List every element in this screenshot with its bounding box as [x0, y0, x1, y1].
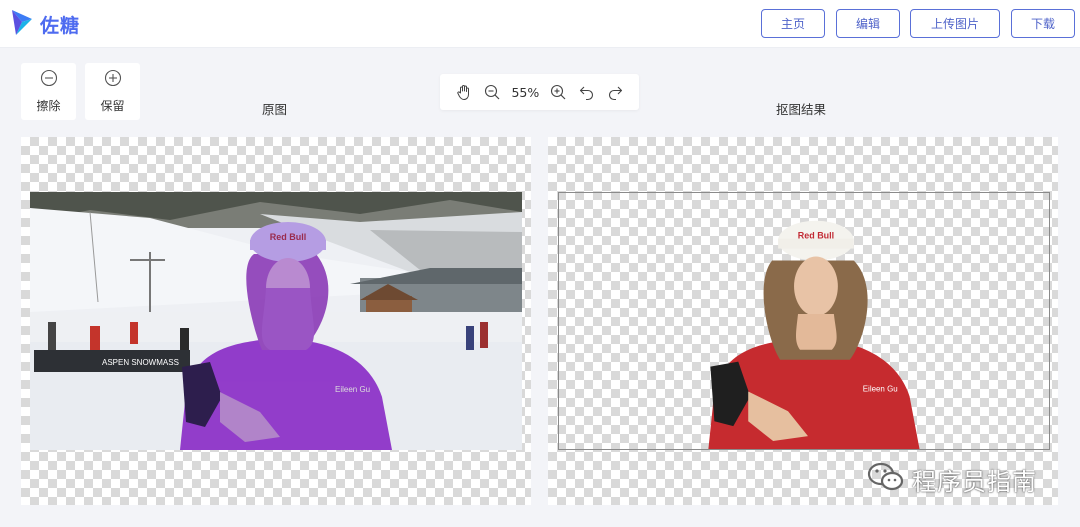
original-photo: ASPEN SNOWMASS Red Bull Eileen Gu: [30, 192, 522, 450]
aspen-snowmass-sign: ASPEN SNOWMASS: [102, 358, 179, 367]
cap-logo-left: Red Bull: [270, 232, 307, 242]
zoom-toolbar: 55%: [440, 74, 639, 110]
zoom-in-icon[interactable]: [549, 83, 567, 101]
jacket-text-left: Eileen Gu: [335, 385, 370, 394]
brand[interactable]: 佐糖: [10, 9, 80, 39]
hand-icon[interactable]: [455, 83, 473, 101]
result-panel-title: 抠图结果: [776, 102, 827, 117]
keep-tool-button[interactable]: 保留: [85, 63, 140, 120]
cap-logo-right: Red Bull: [798, 231, 834, 241]
original-canvas[interactable]: ASPEN SNOWMASS Red Bull Eileen Gu: [21, 137, 531, 505]
download-button[interactable]: 下载: [1011, 9, 1075, 38]
home-button[interactable]: 主页: [761, 9, 825, 38]
watermark-text: 程序员指南: [912, 467, 1037, 496]
erase-tool-label: 擦除: [36, 99, 61, 113]
result-canvas[interactable]: Red Bull Eileen Gu: [548, 137, 1058, 505]
watermark: 程序员指南: [866, 461, 1037, 497]
top-bar: 佐糖 主页 编辑 上传图片 下载: [0, 0, 1080, 48]
plus-circle-icon: [104, 69, 122, 91]
upload-image-button[interactable]: 上传图片: [910, 9, 1000, 38]
zoom-out-icon[interactable]: [483, 83, 501, 101]
undo-icon[interactable]: [578, 83, 596, 101]
jacket-text-right: Eileen Gu: [863, 384, 898, 393]
zuotang-logo-icon: [10, 7, 34, 41]
zoom-level: 55%: [511, 84, 540, 100]
minus-circle-icon: [40, 69, 58, 91]
cutout-frame: Red Bull Eileen Gu: [558, 192, 1050, 450]
brand-name: 佐糖: [40, 14, 81, 37]
keep-tool-label: 保留: [100, 99, 125, 113]
erase-tool-button[interactable]: 擦除: [21, 63, 76, 120]
wechat-icon: [866, 460, 906, 498]
original-panel-title: 原图: [262, 102, 288, 117]
redo-icon[interactable]: [606, 83, 624, 101]
edit-button[interactable]: 编辑: [836, 9, 900, 38]
